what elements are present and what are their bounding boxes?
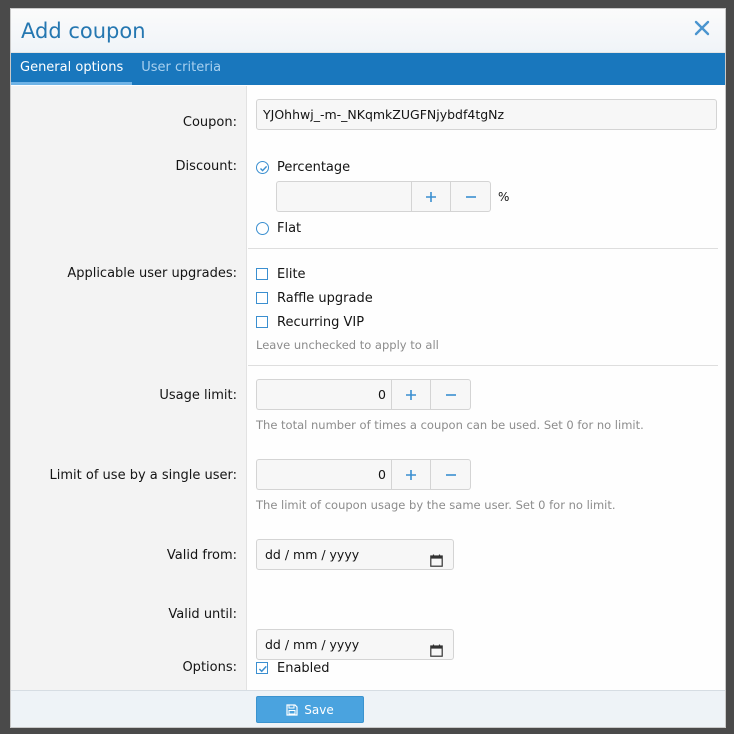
calendar-icon[interactable] [430, 548, 443, 577]
section-divider [248, 248, 718, 249]
plus-icon [406, 389, 416, 400]
user-limit-hint: The limit of coupon usage by the same us… [256, 498, 616, 512]
dialog-title: Add coupon [21, 19, 146, 43]
usage-limit-label: Usage limit: [159, 388, 237, 403]
discount-flat-option[interactable]: Flat [256, 218, 301, 238]
coupon-input[interactable]: YJOhhwj_-m-_NKqmkZUGFNjybdf4tgNz [256, 99, 717, 130]
percentage-radio[interactable] [256, 160, 269, 174]
flat-radio[interactable] [256, 221, 269, 235]
user-limit-input[interactable]: 0 [256, 459, 391, 490]
minus-icon [445, 473, 456, 476]
user-limit-stepper: 0 [256, 459, 471, 490]
save-button[interactable]: Save [256, 696, 364, 723]
elite-checkbox[interactable] [256, 268, 268, 280]
discount-stepper: % [276, 181, 509, 212]
recurring-vip-checkbox[interactable] [256, 316, 268, 328]
flat-label: Flat [277, 220, 302, 236]
recurring-vip-label: Recurring VIP [277, 314, 365, 330]
dialog-footer: Save [11, 690, 725, 727]
valid-until-label: Valid until: [168, 607, 237, 622]
calendar-icon[interactable] [430, 638, 443, 667]
plus-icon [426, 191, 436, 202]
enabled-option[interactable]: Enabled [256, 658, 330, 678]
section-divider [248, 365, 718, 366]
add-coupon-dialog: Add coupon General options User criteria… [10, 8, 726, 728]
percentage-label: Percentage [277, 159, 351, 175]
tab-general-options[interactable]: General options [11, 53, 133, 85]
user-limit-label: Limit of use by a single user: [49, 468, 237, 483]
plus-icon [406, 469, 416, 480]
raffle-checkbox[interactable] [256, 292, 268, 304]
user-limit-decrement-button[interactable] [431, 459, 471, 490]
user-limit-increment-button[interactable] [391, 459, 431, 490]
valid-until-placeholder: dd / mm / yyyy [265, 637, 360, 652]
usage-limit-decrement-button[interactable] [431, 379, 471, 410]
floppy-disk-icon [286, 703, 298, 716]
upgrade-elite-option[interactable]: Elite [256, 264, 306, 284]
upgrade-recurring-vip-option[interactable]: Recurring VIP [256, 312, 364, 332]
valid-from-date-input[interactable]: dd / mm / yyyy [256, 539, 454, 570]
minus-icon [465, 195, 476, 198]
discount-decrement-button[interactable] [451, 181, 491, 212]
discount-increment-button[interactable] [411, 181, 451, 212]
usage-limit-hint: The total number of times a coupon can b… [256, 418, 644, 432]
usage-limit-input[interactable]: 0 [256, 379, 391, 410]
upgrade-raffle-option[interactable]: Raffle upgrade [256, 288, 373, 308]
coupon-label: Coupon: [182, 115, 237, 130]
percent-suffix: % [498, 189, 510, 204]
discount-value-input[interactable] [276, 181, 411, 212]
minus-icon [445, 393, 456, 396]
elite-label: Elite [277, 266, 306, 282]
discount-label: Discount: [175, 159, 237, 174]
form-body: Coupon: YJOhhwj_-m-_NKqmkZUGFNjybdf4tgNz… [11, 86, 725, 690]
valid-until-date-input[interactable]: dd / mm / yyyy [256, 629, 454, 660]
usage-limit-stepper: 0 [256, 379, 471, 410]
upgrades-label: Applicable user upgrades: [67, 266, 237, 281]
options-label: Options: [182, 660, 237, 675]
valid-from-label: Valid from: [166, 548, 237, 563]
enabled-checkbox[interactable] [256, 662, 268, 674]
tab-bar: General options User criteria [11, 53, 725, 85]
close-icon[interactable] [693, 19, 711, 37]
discount-percentage-option[interactable]: Percentage [256, 157, 350, 177]
valid-from-placeholder: dd / mm / yyyy [265, 547, 360, 562]
raffle-label: Raffle upgrade [277, 290, 373, 306]
enabled-label: Enabled [277, 660, 330, 676]
dialog-header: Add coupon [11, 9, 725, 53]
usage-limit-increment-button[interactable] [391, 379, 431, 410]
save-label: Save [304, 702, 334, 717]
tab-user-criteria[interactable]: User criteria [132, 53, 230, 85]
upgrades-hint: Leave unchecked to apply to all [256, 338, 439, 352]
